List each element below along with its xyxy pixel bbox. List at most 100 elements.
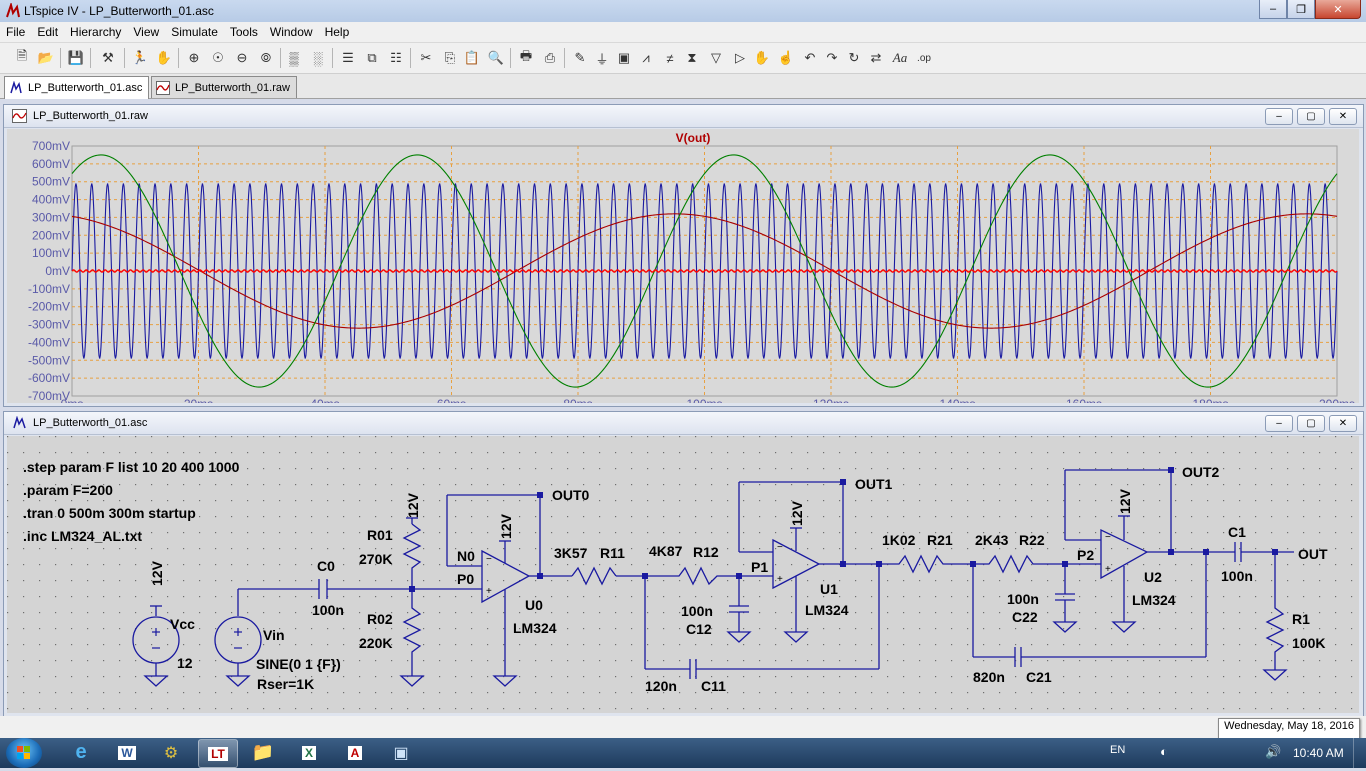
net-label-out0[interactable]: OUT0 <box>552 487 590 503</box>
net-label-out1[interactable]: OUT1 <box>855 476 893 492</box>
net-label-out[interactable]: OUT <box>1298 546 1328 562</box>
menu-tools[interactable]: Tools <box>224 25 264 39</box>
pan-icon[interactable]: ☉ <box>208 48 228 68</box>
u2-model[interactable]: LM324 <box>1132 592 1176 608</box>
c12-value[interactable]: 100n <box>681 603 713 619</box>
c11-name[interactable]: C11 <box>701 678 726 694</box>
wire-icon[interactable]: ✎ <box>570 48 590 68</box>
directive-inc[interactable]: .inc LM324_AL.txt <box>23 528 142 544</box>
move-icon[interactable]: ✋ <box>752 48 772 68</box>
autorange-icon[interactable]: ▒ <box>284 48 304 68</box>
capacitor-icon[interactable]: ≠ <box>660 48 680 68</box>
schematic-minimize-button[interactable]: – <box>1265 415 1293 432</box>
menu-file[interactable]: File <box>0 25 31 39</box>
restore-button[interactable]: ❐ <box>1287 0 1315 19</box>
tab-waveform[interactable]: LP_Butterworth_01.raw <box>151 76 297 98</box>
tile-horizontal-icon[interactable]: ☰ <box>338 48 358 68</box>
schematic-canvas[interactable]: .step param F list 10 20 400 1000 .param… <box>7 436 1359 713</box>
menu-help[interactable]: Help <box>319 25 356 39</box>
r01-name[interactable]: R01 <box>367 527 393 543</box>
minimize-button[interactable]: – <box>1259 0 1287 19</box>
r11-value[interactable]: 3K57 <box>554 545 588 561</box>
component-icon[interactable]: ▷ <box>730 48 750 68</box>
language-indicator[interactable]: EN <box>1110 744 1125 756</box>
zoom-out-icon[interactable]: ⊖ <box>232 48 252 68</box>
ie-taskbar-button[interactable]: e <box>62 739 100 766</box>
diode-icon[interactable]: ▽ <box>706 48 726 68</box>
zoom-fit-icon[interactable]: ⦾ <box>256 48 276 68</box>
schematic-restore-button[interactable]: ▢ <box>1297 415 1325 432</box>
vcc-value[interactable]: 12 <box>177 655 193 671</box>
r22-value[interactable]: 2K43 <box>975 532 1009 548</box>
menu-edit[interactable]: Edit <box>31 25 64 39</box>
r01-value[interactable]: 270K <box>359 551 392 567</box>
zoom-in-icon[interactable]: ⊕ <box>184 48 204 68</box>
directive-tran[interactable]: .tran 0 500m 300m startup <box>23 505 196 521</box>
r1-name[interactable]: R1 <box>1292 611 1310 627</box>
net-label-p2[interactable]: P2 <box>1077 547 1094 563</box>
print-preview-icon[interactable]: 🖶 <box>516 48 536 68</box>
u0-name[interactable]: U0 <box>525 597 543 613</box>
ground-icon[interactable]: ⏚ <box>592 48 612 68</box>
new-schematic-icon[interactable]: 🗎 <box>12 48 32 68</box>
r1-value[interactable]: 100K <box>1292 635 1325 651</box>
vin-name[interactable]: Vin <box>263 627 285 643</box>
c22-name[interactable]: C22 <box>1012 609 1038 625</box>
excel-taskbar-button[interactable]: X <box>290 739 328 766</box>
u2-name[interactable]: U2 <box>1144 569 1162 585</box>
r12-name[interactable]: R12 <box>693 544 719 560</box>
explorer-taskbar-button[interactable]: 📁 <box>244 739 282 766</box>
halt-icon[interactable]: ✋ <box>154 48 174 68</box>
redo-icon[interactable]: ↷ <box>822 48 842 68</box>
spice-directive-icon[interactable]: .op <box>914 48 934 68</box>
plot-area[interactable]: 0ms20ms40ms60ms80ms100ms120ms140ms160ms1… <box>7 129 1359 411</box>
directive-param[interactable]: .param F=200 <box>23 482 113 498</box>
c21-name[interactable]: C21 <box>1026 669 1052 685</box>
window-taskbar-button[interactable]: ▣ <box>382 739 420 766</box>
c1-value[interactable]: 100n <box>1221 568 1253 584</box>
r02-value[interactable]: 220K <box>359 635 392 651</box>
app-taskbar-button[interactable]: ⚙ <box>152 739 190 766</box>
undo-icon[interactable]: ↶ <box>800 48 820 68</box>
net-label-p1[interactable]: P1 <box>751 559 768 575</box>
tab-schematic[interactable]: LP_Butterworth_01.asc <box>4 76 150 99</box>
clock[interactable]: 10:40 AM <box>1293 746 1344 760</box>
label-net-icon[interactable]: ▣ <box>614 48 634 68</box>
run-icon[interactable]: 🏃 <box>130 48 150 68</box>
r21-name[interactable]: R21 <box>927 532 953 548</box>
waveform-close-button[interactable]: ✕ <box>1329 108 1357 125</box>
vin-rser[interactable]: Rser=1K <box>257 676 314 692</box>
rotate-icon[interactable]: ↻ <box>844 48 864 68</box>
word-taskbar-button[interactable]: W <box>108 739 146 766</box>
control-panel-icon[interactable]: ⚒ <box>98 48 118 68</box>
show-desktop-button[interactable] <box>1353 738 1366 768</box>
net-label-n0[interactable]: N0 <box>457 548 475 564</box>
close-button[interactable]: ✕ <box>1315 0 1361 19</box>
text-icon[interactable]: Aa <box>890 48 910 68</box>
net-label-p0[interactable]: P0 <box>457 571 474 587</box>
c11-value[interactable]: 120n <box>645 678 677 694</box>
drag-icon[interactable]: ☝ <box>776 48 796 68</box>
find-icon[interactable]: 🔍 <box>486 48 506 68</box>
u1-model[interactable]: LM324 <box>805 602 849 618</box>
r12-value[interactable]: 4K87 <box>649 543 683 559</box>
cascade-icon[interactable]: ⧉ <box>362 48 382 68</box>
schematic-close-button[interactable]: ✕ <box>1329 415 1357 432</box>
waveform-minimize-button[interactable]: – <box>1265 108 1293 125</box>
tile-vertical-icon[interactable]: ☷ <box>386 48 406 68</box>
grid-icon[interactable]: ░ <box>308 48 328 68</box>
waveform-restore-button[interactable]: ▢ <box>1297 108 1325 125</box>
c22-value[interactable]: 100n <box>1007 591 1039 607</box>
open-icon[interactable]: 📂 <box>36 48 56 68</box>
u1-name[interactable]: U1 <box>820 581 838 597</box>
schematic-drawing[interactable]: .step param F list 10 20 400 1000 .param… <box>7 436 1359 713</box>
c12-name[interactable]: C12 <box>686 621 712 637</box>
network-icon[interactable]: ◐ <box>1160 744 1168 759</box>
trace-label-vout[interactable]: V(out) <box>676 131 711 145</box>
save-icon[interactable]: 💾 <box>66 48 86 68</box>
r02-name[interactable]: R02 <box>367 611 393 627</box>
c1-name[interactable]: C1 <box>1228 524 1246 540</box>
vcc-name[interactable]: Vcc <box>170 616 195 632</box>
net-label-out2[interactable]: OUT2 <box>1182 464 1220 480</box>
paste-icon[interactable]: 📋 <box>462 48 482 68</box>
